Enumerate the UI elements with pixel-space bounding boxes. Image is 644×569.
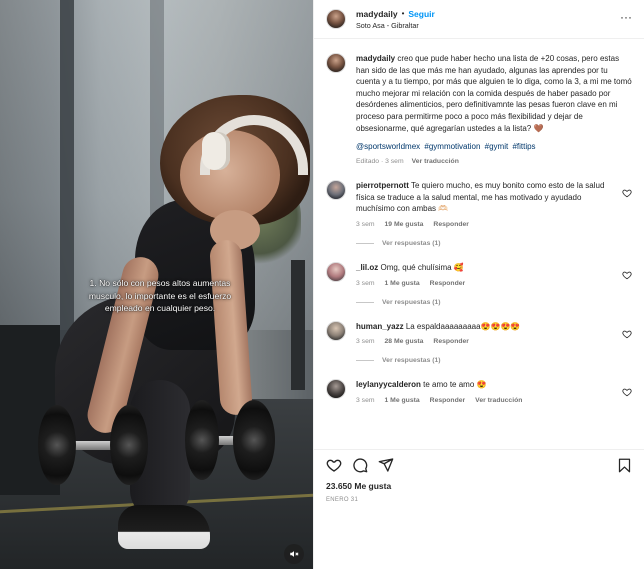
comment-text: La espaldaaaaaaaaa😍😍😍😍 — [405, 321, 521, 331]
comment-item: pierrotpernott Te quiero mucho, es muy b… — [326, 180, 632, 247]
dumbbell-left — [38, 405, 148, 485]
comment-likes[interactable]: 19 Me gusta — [385, 221, 424, 228]
comment-likes[interactable]: 28 Me gusta — [385, 338, 424, 345]
sneaker — [118, 505, 210, 549]
author-avatar[interactable] — [326, 9, 346, 29]
likes-count[interactable]: 23.650 Me gusta — [314, 479, 644, 491]
commenter-username[interactable]: human_yazz — [356, 322, 404, 331]
hashtag-link[interactable]: #fittips — [512, 142, 535, 151]
comment-item: human_yazz La espaldaaaaaaaaa😍😍😍😍 3 sem … — [326, 320, 632, 364]
view-replies-label[interactable]: Ver respuestas (1) — [382, 357, 441, 364]
mute-icon — [290, 551, 299, 557]
reply-button[interactable]: Responder — [430, 397, 466, 404]
comment-like-heart-icon[interactable] — [622, 387, 632, 397]
post-actions — [314, 449, 644, 479]
mute-button[interactable] — [284, 544, 304, 564]
commenter-avatar[interactable] — [326, 261, 346, 282]
headphone-earcup — [202, 132, 230, 170]
comment-text: te amo te amo 😍 — [423, 380, 487, 390]
instagram-post-view: 1. No sólo con pesos altos aumentas musc… — [0, 0, 644, 569]
commenter-avatar[interactable] — [326, 180, 346, 201]
author-avatar[interactable] — [326, 53, 346, 73]
more-options-button[interactable]: ··· — [620, 11, 632, 23]
commenter-username[interactable]: leylanyycalderon — [356, 380, 421, 389]
heart-icon[interactable] — [326, 457, 342, 473]
post-caption: madydaily creo que pude haber hecho una … — [326, 53, 632, 165]
comment-time[interactable]: 3 sem — [356, 280, 375, 287]
separator-dot: • — [401, 9, 405, 18]
hashtag-link[interactable]: @sportsworldmex — [356, 142, 420, 151]
view-replies-label[interactable]: Ver respuestas (1) — [382, 299, 441, 306]
bookmark-icon[interactable] — [617, 458, 632, 473]
caption-username[interactable]: madydaily — [356, 54, 395, 63]
view-replies-label[interactable]: Ver respuestas (1) — [382, 240, 441, 247]
commenter-username[interactable]: _lil.oz — [356, 263, 378, 272]
dumbbell-right — [185, 400, 275, 480]
share-icon[interactable] — [378, 457, 394, 473]
follow-button[interactable]: Seguir — [408, 9, 434, 19]
commenter-avatar[interactable] — [326, 379, 346, 400]
author-username[interactable]: madydaily — [356, 9, 398, 19]
commenter-avatar[interactable] — [326, 320, 346, 341]
video-caption: 1. No sólo con pesos altos aumentas musc… — [88, 278, 232, 313]
caption-text: creo que pude haber hecho una lista de +… — [356, 54, 632, 133]
comment-like-heart-icon[interactable] — [622, 329, 632, 339]
view-replies[interactable]: Ver respuestas (1) — [356, 299, 614, 306]
post-video[interactable]: 1. No sólo con pesos altos aumentas musc… — [0, 0, 313, 569]
translate-link[interactable]: Ver traducción — [475, 397, 522, 404]
comment-icon[interactable] — [352, 457, 368, 473]
post-header: madydaily • Seguir Soto Asa - Gibraltar … — [314, 0, 644, 39]
hashtag-list: @sportsworldmex #gymmotivation #gymit #f… — [356, 142, 632, 151]
comment-time[interactable]: 3 sem — [356, 397, 375, 404]
hashtag-link[interactable]: #gymit — [485, 142, 509, 151]
translate-link[interactable]: Ver traducción — [412, 158, 459, 165]
reply-button[interactable]: Responder — [433, 221, 469, 228]
commenter-username[interactable]: pierrotpernott — [356, 181, 409, 190]
comment-likes[interactable]: 1 Me gusta — [385, 397, 420, 404]
comment-time[interactable]: 3 sem — [356, 221, 375, 228]
post-time[interactable]: 3 sem — [385, 158, 404, 165]
reply-button[interactable]: Responder — [430, 280, 466, 287]
comments-scroll-area[interactable]: madydaily creo que pude haber hecho una … — [314, 39, 644, 449]
comment-text: Omg, qué chulísima 🥰 — [380, 262, 464, 272]
view-replies[interactable]: Ver respuestas (1) — [356, 240, 614, 247]
hashtag-link[interactable]: #gymmotivation — [424, 142, 480, 151]
comment-like-heart-icon[interactable] — [622, 270, 632, 280]
reply-button[interactable]: Responder — [433, 338, 469, 345]
post-date: ENERO 31 — [326, 497, 359, 503]
comment-likes[interactable]: 1 Me gusta — [385, 280, 420, 287]
caption-meta: Editado · 3 sem Ver traducción — [356, 158, 632, 165]
background-rack — [291, 260, 305, 390]
post-location[interactable]: Soto Asa - Gibraltar — [356, 21, 435, 30]
view-replies[interactable]: Ver respuestas (1) — [356, 357, 614, 364]
comment-like-heart-icon[interactable] — [622, 188, 632, 198]
comment-time[interactable]: 3 sem — [356, 338, 375, 345]
post-details-panel: madydaily • Seguir Soto Asa - Gibraltar … — [313, 0, 644, 569]
comment-item: _lil.oz Omg, qué chulísima 🥰 3 sem 1 Me … — [326, 261, 632, 306]
comment-item: leylanyycalderon te amo te amo 😍 3 sem 1… — [326, 379, 632, 404]
edited-label: Editado — [356, 158, 380, 166]
separator-dot: · — [380, 158, 384, 166]
